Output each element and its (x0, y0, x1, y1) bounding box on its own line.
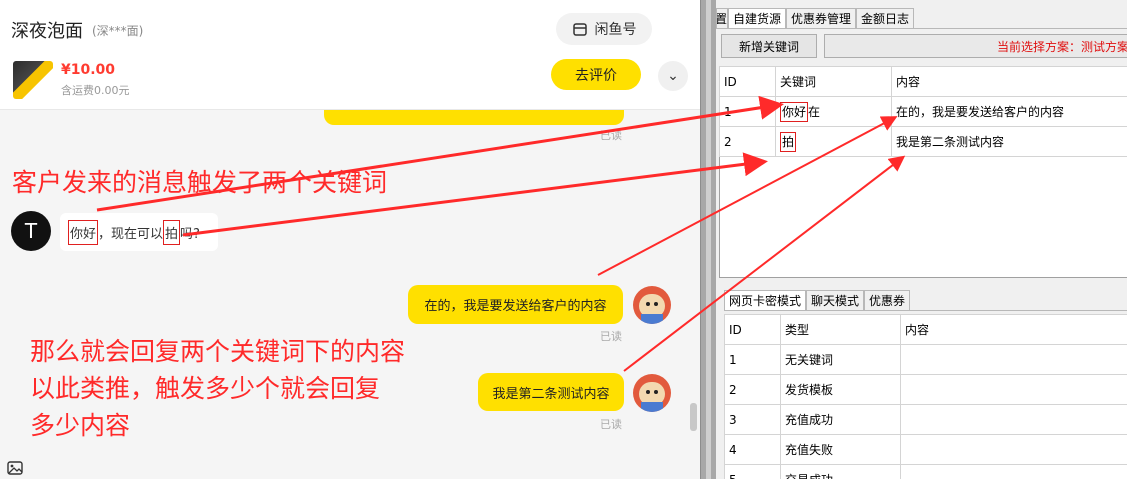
read-status: 已读 (600, 418, 622, 431)
shop-title: 深夜泡面 (11, 21, 83, 42)
row-keyword: 你好在 (775, 96, 892, 127)
row-id: 3 (724, 404, 781, 435)
annotation-reply-note-2: 以此类推，触发多少个就会回复 (30, 374, 381, 403)
expand-button[interactable]: ⌄ (658, 61, 688, 91)
tab-amount-log[interactable]: 金额日志 (856, 8, 915, 28)
top-tab-bar: 置 自建货源 优惠券管理 金额日志 (716, 8, 915, 28)
shop-masked-name: (深***面) (92, 24, 144, 38)
column-header-keyword[interactable]: 关键词 (775, 66, 892, 97)
row-type: 无关键词 (780, 344, 901, 375)
table-row[interactable]: 5交易成功 (724, 464, 1127, 479)
annotation-reply-note-1: 那么就会回复两个关键词下的内容 (30, 337, 406, 366)
row-content (900, 464, 1127, 479)
chat-window: 深夜泡面 (深***面) 闲鱼号 ¥10.00 含运费0.00元 去评价 ⌄ 已… (0, 0, 700, 479)
table-row[interactable]: 3 充值成功 (724, 404, 1127, 435)
chevron-down-icon: ⌄ (667, 68, 679, 84)
annotation-trigger-note: 客户发来的消息触发了两个关键词 (12, 168, 388, 197)
row-type: 发货模板 (780, 374, 901, 405)
xianyu-account-label: 闲鱼号 (594, 22, 637, 38)
row-id: 2 (724, 374, 781, 405)
seller-avatar[interactable] (633, 286, 671, 324)
read-status: 已读 (600, 129, 622, 142)
customer-message-tail: 吗? (180, 226, 200, 242)
admin-panel: 置 自建货源 优惠券管理 金额日志 新增关键词 当前选择方案：测试方案 ID 关… (716, 0, 1127, 479)
row-keyword: 拍 (775, 126, 892, 157)
auto-reply-bubble: 在的，我是要发送给客户的内容 (408, 285, 623, 324)
customer-keyword-2: 拍 (163, 219, 181, 245)
row-id: 5 (724, 464, 781, 479)
customer-avatar[interactable]: T (11, 211, 51, 251)
tab-self-source[interactable]: 自建货源 (728, 8, 787, 28)
row-id: 2 (719, 126, 776, 157)
row-content (900, 374, 1127, 405)
chat-header: 深夜泡面 (深***面) 闲鱼号 ¥10.00 含运费0.00元 去评价 ⌄ (0, 0, 700, 110)
row-content: 我是第二条测试内容 (891, 126, 1127, 157)
product-price: ¥10.00 (61, 62, 116, 78)
table-row[interactable]: 2 拍 我是第二条测试内容 (719, 126, 1127, 157)
window-divider[interactable] (700, 0, 716, 479)
customer-keyword-1: 你好 (68, 219, 99, 245)
row-id: 1 (724, 344, 781, 375)
column-header-content[interactable]: 内容 (891, 66, 1127, 97)
table-row[interactable]: 1 无关键词 (724, 344, 1127, 375)
seller-avatar[interactable] (633, 374, 671, 412)
row-content: 在的，我是要发送给客户的内容 (891, 96, 1127, 127)
product-thumbnail[interactable] (13, 61, 53, 99)
add-keyword-button[interactable]: 新增关键词 (721, 34, 817, 58)
keyword-highlight: 你好 (780, 102, 809, 122)
review-button[interactable]: 去评价 (551, 59, 641, 90)
row-id: 1 (719, 96, 776, 127)
auto-reply-bubble: 我是第二条测试内容 (478, 373, 624, 411)
table-row[interactable]: 1 你好在 在的，我是要发送给客户的内容 (719, 96, 1127, 127)
annotation-reply-note-3: 多少内容 (30, 411, 131, 440)
keyword-table: ID 关键词 内容 1 你好在 在的，我是要发送给客户的内容 2 拍 我是第二条… (719, 66, 1127, 157)
shipping-fee: 含运费0.00元 (61, 84, 130, 97)
table-row[interactable]: 2 发货模板 (724, 374, 1127, 405)
table-row[interactable]: 4 充值失败 (724, 434, 1127, 465)
column-header-id[interactable]: ID (724, 314, 781, 345)
column-header-content[interactable]: 内容 (900, 314, 1127, 345)
column-header-type[interactable]: 类型 (780, 314, 901, 345)
keyword-rest: 在 (808, 105, 821, 119)
row-type: 交易成功 (780, 464, 901, 479)
previous-message-bubble (324, 110, 624, 125)
tab-web-card-mode[interactable]: 网页卡密模式 (724, 290, 807, 310)
customer-message-mid: ，现在可以 (98, 226, 164, 242)
current-scheme-label: 当前选择方案：测试方案 (824, 34, 1127, 58)
row-type: 充值失败 (780, 434, 901, 465)
read-status: 已读 (600, 330, 622, 343)
tab-coupon-management[interactable]: 优惠券管理 (786, 8, 857, 28)
column-header-id[interactable]: ID (719, 66, 776, 97)
row-content (900, 404, 1127, 435)
xianyu-account-button[interactable]: 闲鱼号 (556, 13, 652, 45)
shop-icon (572, 23, 587, 36)
chat-scrollbar[interactable] (690, 403, 697, 431)
mode-tab-bar: 网页卡密模式 聊天模式 优惠券 (724, 290, 911, 310)
keyword-highlight: 拍 (780, 132, 797, 152)
image-icon[interactable] (7, 461, 23, 475)
type-table: ID 类型 内容 1无关键词 2发货模板 3充值成功 4充值失败 5交易成功 (724, 314, 1127, 479)
row-content (900, 434, 1127, 465)
row-content (900, 344, 1127, 375)
row-type: 充值成功 (780, 404, 901, 435)
row-id: 4 (724, 434, 781, 465)
customer-message: 你好 ，现在可以 拍 吗? (60, 213, 218, 251)
tab-chat-mode[interactable]: 聊天模式 (806, 290, 865, 310)
tab-coupon[interactable]: 优惠券 (864, 290, 911, 310)
tab-settings[interactable]: 置 (716, 8, 728, 28)
